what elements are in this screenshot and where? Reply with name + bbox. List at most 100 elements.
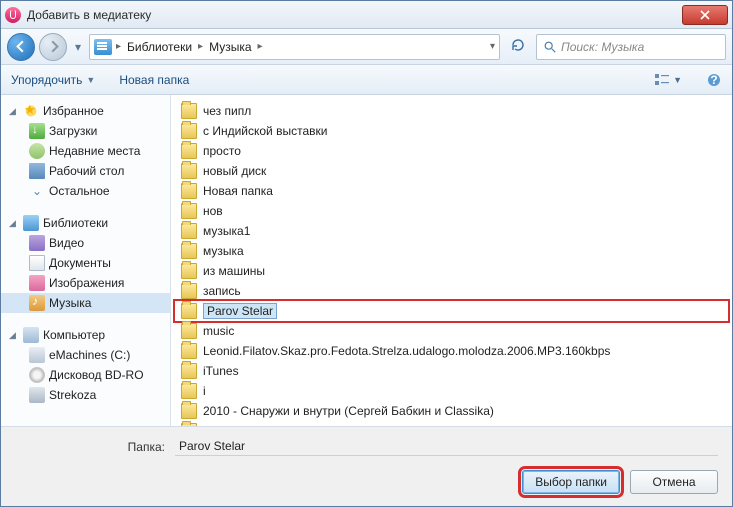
favorites-group: ◢ Избранное Загрузки Недавние места Рабо… (1, 101, 170, 201)
sidebar-item-pictures[interactable]: Изображения (1, 273, 170, 293)
folder-label: с Индийской выставки (203, 124, 327, 138)
breadcrumb-item[interactable]: Библиотеки (123, 40, 196, 54)
select-folder-button[interactable]: Выбор папки (522, 470, 620, 494)
folder-item[interactable]: i (175, 381, 728, 401)
hdd-icon (29, 347, 45, 363)
title-bar: Добавить в медиатеку (1, 1, 732, 29)
computer-header[interactable]: ◢ Компьютер (1, 325, 170, 345)
organize-menu[interactable]: Упорядочить▼ (11, 73, 95, 87)
folder-item[interactable]: с Индийской выставки (175, 121, 728, 141)
folder-item[interactable]: запись (175, 281, 728, 301)
folder-item[interactable]: просто (175, 141, 728, 161)
folder-icon (181, 423, 197, 426)
breadcrumb-bar[interactable]: ▸ Библиотеки ▸ Музыка ▸ ▾ (89, 34, 500, 60)
music-icon (29, 295, 45, 311)
history-dropdown[interactable]: ▾ (71, 36, 85, 58)
sidebar-item-dvd[interactable]: Дисковод BD-RO (1, 365, 170, 385)
collapse-icon: ◢ (9, 106, 19, 117)
folder-label: Leonid.Filatov.Skaz.pro.Fedota.Strelza.u… (203, 344, 610, 358)
removable-icon (29, 387, 45, 403)
favorites-header[interactable]: ◢ Избранное (1, 101, 170, 121)
help-button[interactable]: ? (706, 72, 722, 88)
search-placeholder: Поиск: Музыка (561, 40, 644, 54)
sidebar-item-strekoza[interactable]: Strekoza (1, 385, 170, 405)
folder-icon (181, 263, 197, 279)
close-button[interactable] (682, 5, 728, 25)
folder-icon (181, 303, 197, 319)
folder-icon (181, 383, 197, 399)
footer: Папка: Выбор папки Отмена (1, 426, 732, 506)
refresh-button[interactable] (504, 37, 532, 56)
folder-item[interactable]: новый диск (175, 161, 728, 181)
libraries-header[interactable]: ◢ Библиотеки (1, 213, 170, 233)
folder-item[interactable]: нов (175, 201, 728, 221)
video-icon (29, 235, 45, 251)
folder-label: музыка (203, 244, 244, 258)
libraries-group: ◢ Библиотеки Видео Документы Изображения… (1, 213, 170, 313)
folder-label: запись (203, 284, 241, 298)
folder-label: music (203, 324, 234, 338)
folder-name-label: Папка: (15, 440, 165, 454)
cancel-button[interactable]: Отмена (630, 470, 718, 494)
sidebar-item-music[interactable]: Музыка (1, 293, 170, 313)
sidebar-item-downloads[interactable]: Загрузки (1, 121, 170, 141)
chevron-right-icon: ▸ (256, 41, 265, 52)
folder-icon (181, 103, 197, 119)
folder-label: чез пипл (203, 104, 251, 118)
folder-label: iTunes (203, 364, 239, 378)
breadcrumb-item[interactable]: Музыка (205, 40, 255, 54)
folder-item[interactable]: 2010 - Снаружи и внутри (Сергей Бабкин и… (175, 401, 728, 421)
sidebar-item-videos[interactable]: Видео (1, 233, 170, 253)
folder-icon (181, 243, 197, 259)
folder-item[interactable]: Parov Stelar (175, 301, 728, 321)
folder-icon (181, 183, 197, 199)
view-options-button[interactable]: ▼ (654, 72, 682, 88)
computer-icon (23, 327, 39, 343)
sidebar-item-other[interactable]: ⌄Остальное (1, 181, 170, 201)
folder-label: Новая папка (203, 184, 273, 198)
pictures-icon (29, 275, 45, 291)
folder-icon (181, 323, 197, 339)
forward-button[interactable] (39, 33, 67, 61)
folder-item[interactable]: из машины (175, 261, 728, 281)
folder-label: музыка1 (203, 224, 250, 238)
folder-icon (181, 363, 197, 379)
folder-label: 2010 - Снаружи и внутри (Сергей Бабкин и… (203, 404, 494, 418)
search-input[interactable]: Поиск: Музыка (536, 34, 726, 60)
folder-label: i (203, 384, 206, 398)
sidebar-item-documents[interactable]: Документы (1, 253, 170, 273)
folder-label: просто (203, 144, 241, 158)
new-folder-button[interactable]: Новая папка (119, 73, 189, 87)
folder-icon (181, 203, 197, 219)
libraries-icon (94, 39, 112, 55)
sidebar-item-recent[interactable]: Недавние места (1, 141, 170, 161)
itunes-icon (5, 7, 21, 23)
star-icon (23, 103, 39, 119)
folder-label: из машины (203, 264, 265, 278)
back-button[interactable] (7, 33, 35, 61)
folder-item[interactable]: iTunes (175, 361, 728, 381)
folder-item[interactable]: Leonid.Filatov.Skaz.pro.Fedota.Strelza.u… (175, 341, 728, 361)
window-title: Добавить в медиатеку (27, 8, 682, 22)
folder-label: нов (203, 204, 223, 218)
breadcrumb-dropdown[interactable]: ▾ (490, 41, 495, 52)
dvd-icon (29, 367, 45, 383)
folder-icon (181, 123, 197, 139)
folder-icon (181, 343, 197, 359)
folder-item[interactable]: music (175, 321, 728, 341)
folder-item[interactable]: музыка1 (175, 221, 728, 241)
sidebar-item-desktop[interactable]: Рабочий стол (1, 161, 170, 181)
folder-icon (181, 283, 197, 299)
sidebar-item-drive-c[interactable]: eMachines (C:) (1, 345, 170, 365)
folder-item[interactable]: музыка (175, 241, 728, 261)
folder-icon (181, 403, 197, 419)
nav-bar: ▾ ▸ Библиотеки ▸ Музыка ▸ ▾ Поиск: Музык… (1, 29, 732, 65)
file-list[interactable]: чез пипл с Индийской выставки просто новый … (171, 95, 732, 426)
collapse-icon: ◢ (9, 330, 19, 341)
sidebar: ◢ Избранное Загрузки Недавние места Рабо… (1, 95, 171, 426)
folder-item[interactable]: Новая папка (175, 181, 728, 201)
folder-item[interactable]: чез пипл (175, 101, 728, 121)
libraries-icon (23, 215, 39, 231)
folder-name-input[interactable] (175, 437, 718, 456)
folder-label: новый диск (203, 164, 266, 178)
